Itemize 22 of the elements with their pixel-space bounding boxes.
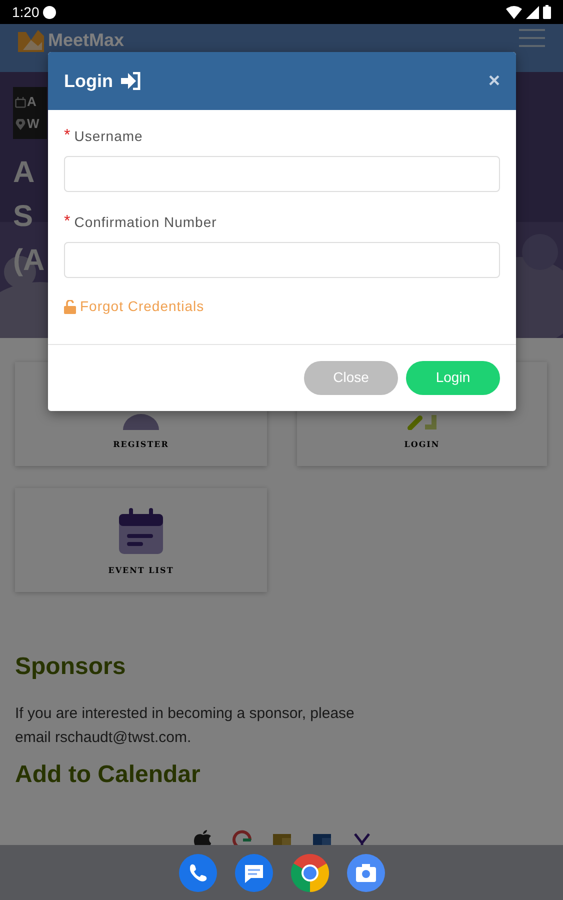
tile-label: EVENT LIST <box>108 564 174 576</box>
section-heading: Sponsors <box>15 652 127 682</box>
event-meta-text: W <box>27 115 40 133</box>
required-asterisk: * <box>64 212 70 232</box>
close-button[interactable]: × <box>488 71 500 91</box>
tile-label: REGISTER <box>113 438 169 450</box>
login-button[interactable]: Login <box>406 360 500 394</box>
event-title-text: (A <box>13 243 45 279</box>
tile-label: LOGIN <box>404 438 440 450</box>
field-label: Confirmation Number <box>74 213 217 231</box>
logo-text: MeetMax <box>48 30 124 50</box>
forgot-credentials-link[interactable]: Forgot Credentials <box>64 296 204 317</box>
field-label: Username <box>74 127 143 145</box>
section-heading: Add to Calendar <box>15 760 202 790</box>
clock-time: 1:20 <box>12 2 40 22</box>
sponsor-text: If you are interested in becoming a sponsor, please email rschaudt@twst.com. <box>15 704 356 748</box>
modal-title: Login <box>64 70 113 93</box>
required-asterisk: * <box>64 126 70 146</box>
menu-tile[interactable]: EVENT LIST <box>15 488 267 592</box>
event-title-text: S <box>13 199 34 235</box>
event-meta-text: A <box>27 93 36 111</box>
event-title-text: A <box>13 155 35 191</box>
